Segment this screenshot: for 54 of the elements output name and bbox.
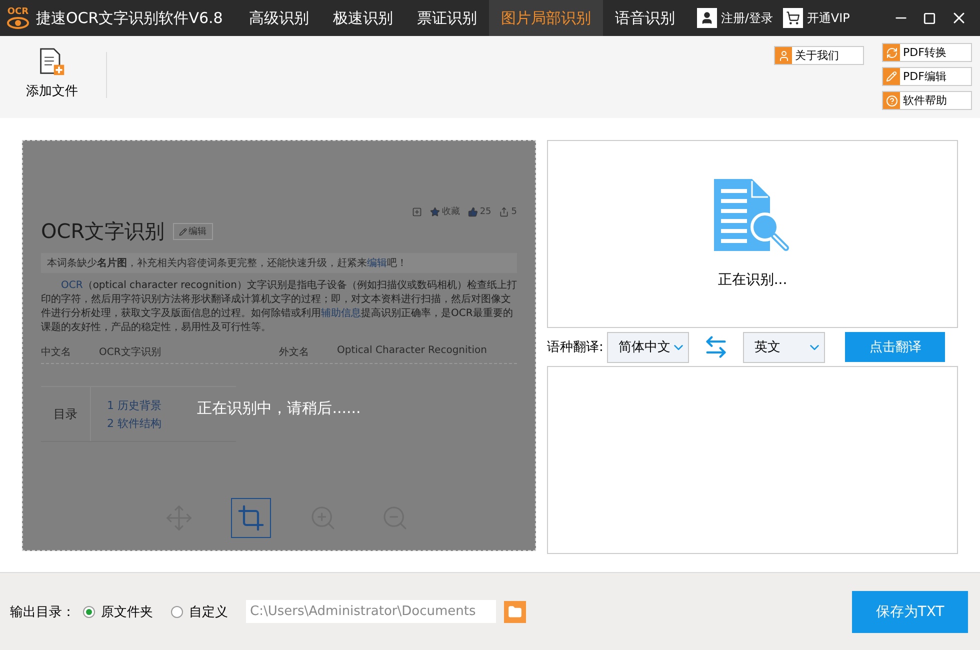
document-title: OCR文字识别 (41, 218, 165, 245)
folder-button[interactable] (504, 600, 526, 622)
loading-message: 正在识别中，请稍后...... (197, 399, 361, 418)
translate-label: 语种翻译: (547, 339, 604, 356)
info-value: OCR文字识别 (99, 346, 162, 359)
pencil-icon (886, 71, 897, 82)
document-search-icon (714, 179, 792, 253)
user-icon (700, 11, 714, 25)
account-button[interactable]: 开通VIP (782, 0, 850, 36)
path-field[interactable]: C:\Users\Administrator\Documents (246, 600, 496, 623)
app-logo: OCR (0, 0, 36, 36)
tool-button[interactable] (231, 498, 271, 538)
radio-option[interactable]: 原文件夹 (83, 602, 153, 620)
plus-icon (412, 206, 422, 216)
nav-tab[interactable]: 票证识别 (404, 0, 489, 36)
share-icon (499, 206, 510, 216)
user-icon (778, 50, 790, 62)
toc-item: 2 软件结构 (107, 416, 162, 430)
info-value: Optical Character Recognition (337, 345, 488, 358)
side-button[interactable]: PDF转换 (882, 43, 972, 62)
document-paragraph: OCR（optical character recognition）文字识别是指电子设备（例如扫描仪或数码相机）检查纸上打印的字符，然后用字符识别方法将形状翻译成计算机文字的过程；即，对文本资料进行扫描，然后对图像文件进行分析处理，获取文字及版面信息的过程。如何除错或利用辅助信息提高识别正确率，是OCR最重要的课题的友好性，产品的稳定性，易用性及可行性等。 (41, 279, 517, 335)
thumbs-up-icon (468, 206, 478, 216)
nav-tab[interactable]: 极速识别 (320, 0, 405, 36)
nav-tab[interactable]: 图片局部识别 (488, 0, 603, 36)
notice-text: 本词条缺少名片图，补充相关内容使词条更完整，还能快速升级，赶紧来编辑吧！ (41, 253, 517, 273)
toc-label: 目录 (41, 387, 91, 441)
toc-item: 1 历史背景 (107, 398, 162, 412)
crop-icon (237, 504, 265, 532)
star-icon (430, 206, 440, 216)
side-button[interactable]: PDF编辑 (882, 67, 972, 86)
pencil-icon (178, 228, 187, 236)
nav-tab[interactable]: 语音识别 (602, 0, 687, 36)
maximize-icon[interactable] (923, 12, 936, 24)
info-label: 外文名 (279, 346, 310, 359)
source-language-select[interactable]: 简体中文 (607, 332, 690, 362)
app-title: 捷速OCR文字识别软件V6.8 (36, 8, 223, 28)
help-icon (886, 94, 898, 106)
radio-option[interactable]: 自定义 (171, 602, 228, 620)
add-file-icon (38, 48, 66, 76)
output-label: 输出目录： (10, 604, 75, 620)
result-status: 正在识别... (718, 271, 788, 289)
target-language-select[interactable]: 英文 (743, 332, 826, 362)
about-button[interactable]: 关于我们 (774, 46, 864, 65)
action-label: 25 (480, 206, 492, 216)
nav-tab[interactable]: 高级识别 (236, 0, 321, 36)
info-label: 中文名 (41, 346, 72, 359)
folder-icon (508, 604, 522, 618)
action-label: 5 (511, 206, 517, 216)
add-file-button[interactable]: 添加文件 (24, 46, 80, 102)
refresh-icon (886, 46, 898, 58)
account-button[interactable]: 注册/登录 (696, 0, 773, 36)
cart-icon (786, 11, 800, 25)
action-label: 收藏 (442, 206, 460, 218)
side-button[interactable]: 软件帮助 (882, 91, 972, 110)
